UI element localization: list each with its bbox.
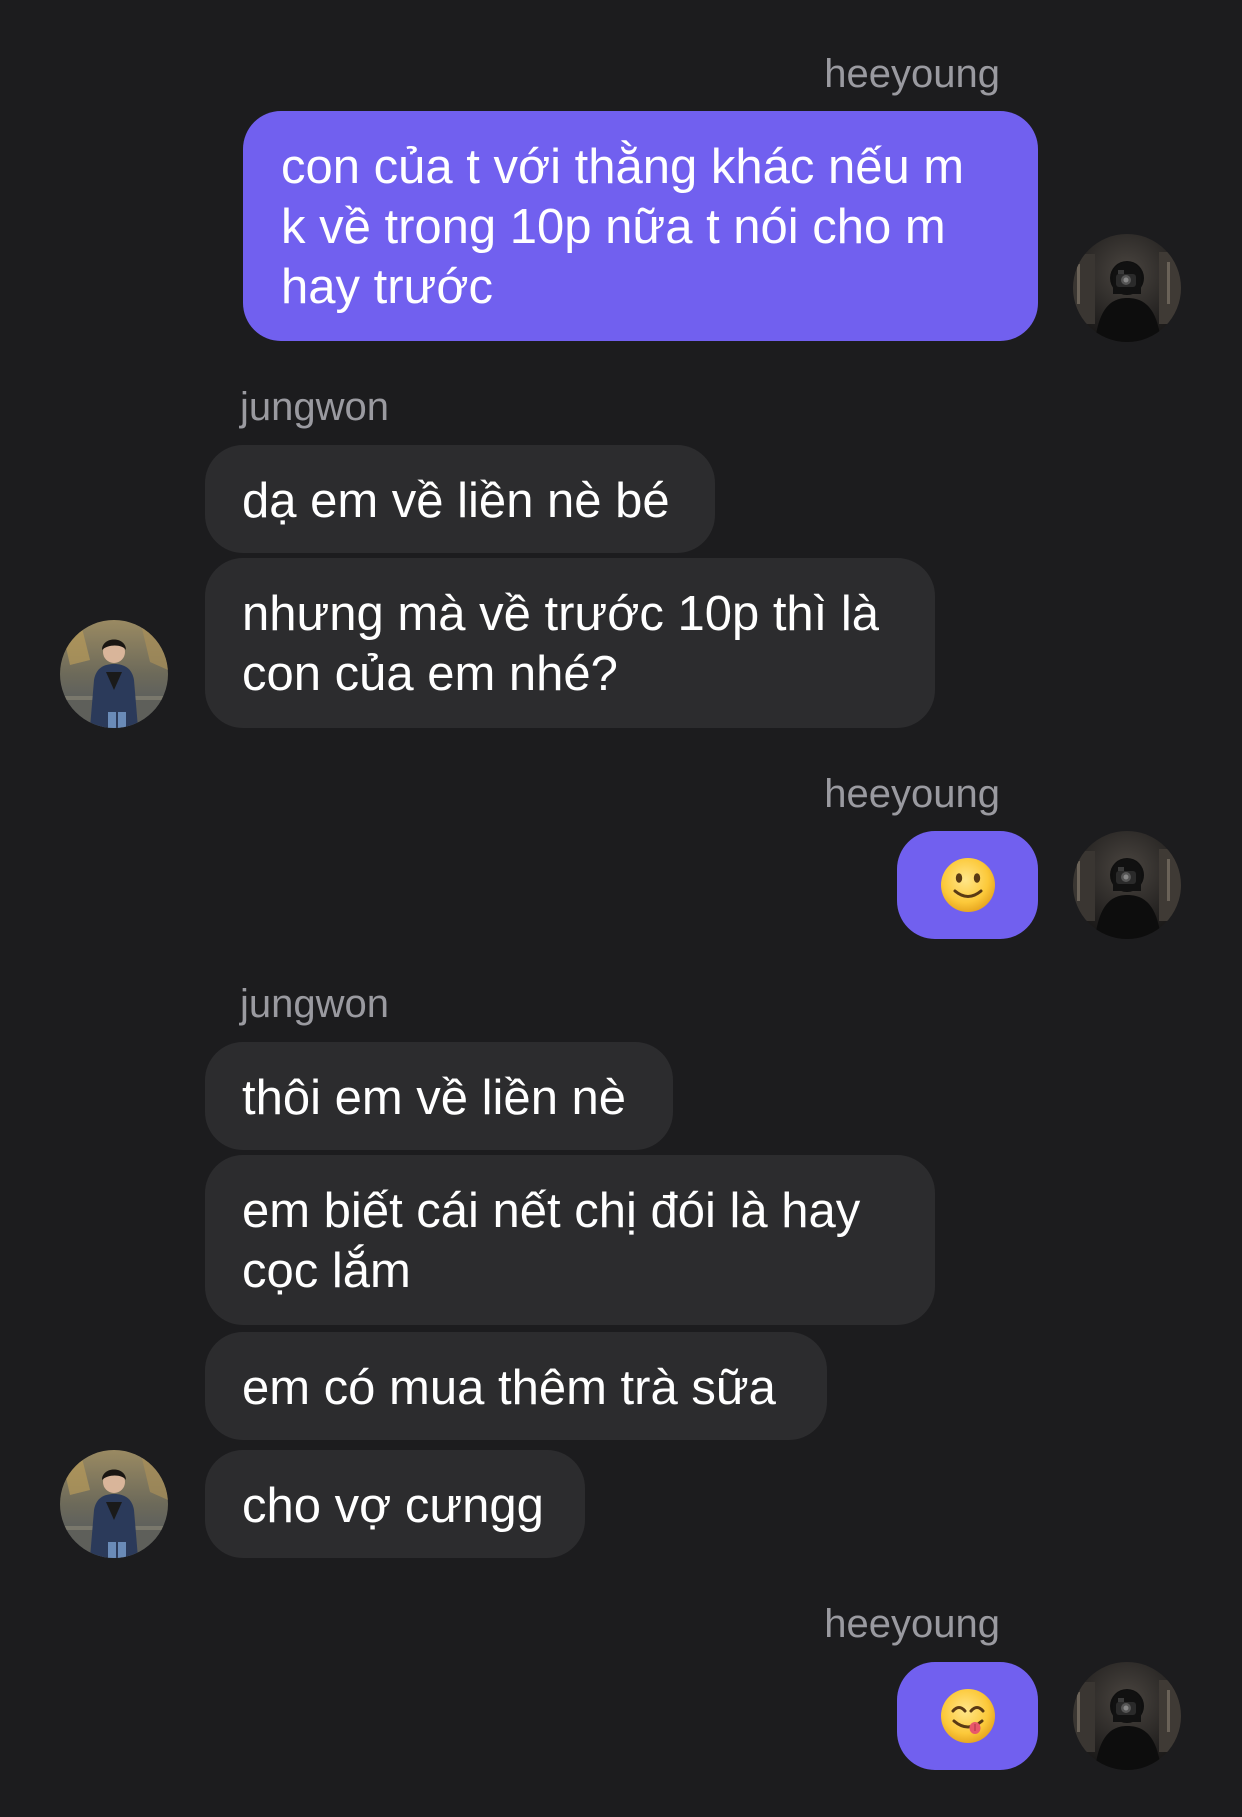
sender-name-heeyoung: heeyoung [824, 772, 1000, 816]
sender-name-heeyoung: heeyoung [824, 1602, 1000, 1646]
message-bubble-incoming[interactable]: dạ em về liền nè bé [205, 445, 715, 553]
message-text: em có mua thêm trà sữa [242, 1361, 776, 1415]
message-bubble-incoming[interactable]: cho vợ cưngg [205, 1450, 585, 1558]
sender-name-jungwon: jungwon [240, 385, 390, 429]
avatar-heeyoung[interactable] [1073, 234, 1181, 342]
avatar-heeyoung[interactable] [1073, 831, 1181, 939]
avatar-jungwon[interactable] [60, 620, 168, 728]
message-text: thôi em về liền nè [242, 1071, 627, 1125]
message-text: dạ em về liền nè bé [242, 474, 670, 528]
message-bubble-outgoing-emoji[interactable]: 🙂 [897, 831, 1038, 939]
message-text: em biết cái nết chị đói là hay cọc lắm [242, 1184, 861, 1298]
message-bubble-incoming[interactable]: em có mua thêm trà sữa [205, 1332, 827, 1440]
message-bubble-outgoing-emoji[interactable]: 😋 [897, 1662, 1038, 1770]
sender-name-heeyoung: heeyoung [824, 52, 1000, 96]
sender-name-jungwon: jungwon [240, 982, 390, 1026]
message-text: nhưng mà về trước 10p thì là con của em … [242, 587, 880, 701]
message-bubble-incoming[interactable]: thôi em về liền nè [205, 1042, 673, 1150]
avatar-jungwon[interactable] [60, 1450, 168, 1558]
message-text: cho vợ cưngg [242, 1479, 544, 1533]
avatar-heeyoung[interactable] [1073, 1662, 1181, 1770]
message-bubble-incoming[interactable]: em biết cái nết chị đói là hay cọc lắm [205, 1155, 935, 1325]
message-bubble-incoming[interactable]: nhưng mà về trước 10p thì là con của em … [205, 558, 935, 728]
message-text: con của t với thằng khác nếu m k về tron… [281, 140, 965, 314]
message-bubble-outgoing[interactable]: con của t với thằng khác nếu m k về tron… [243, 111, 1038, 341]
